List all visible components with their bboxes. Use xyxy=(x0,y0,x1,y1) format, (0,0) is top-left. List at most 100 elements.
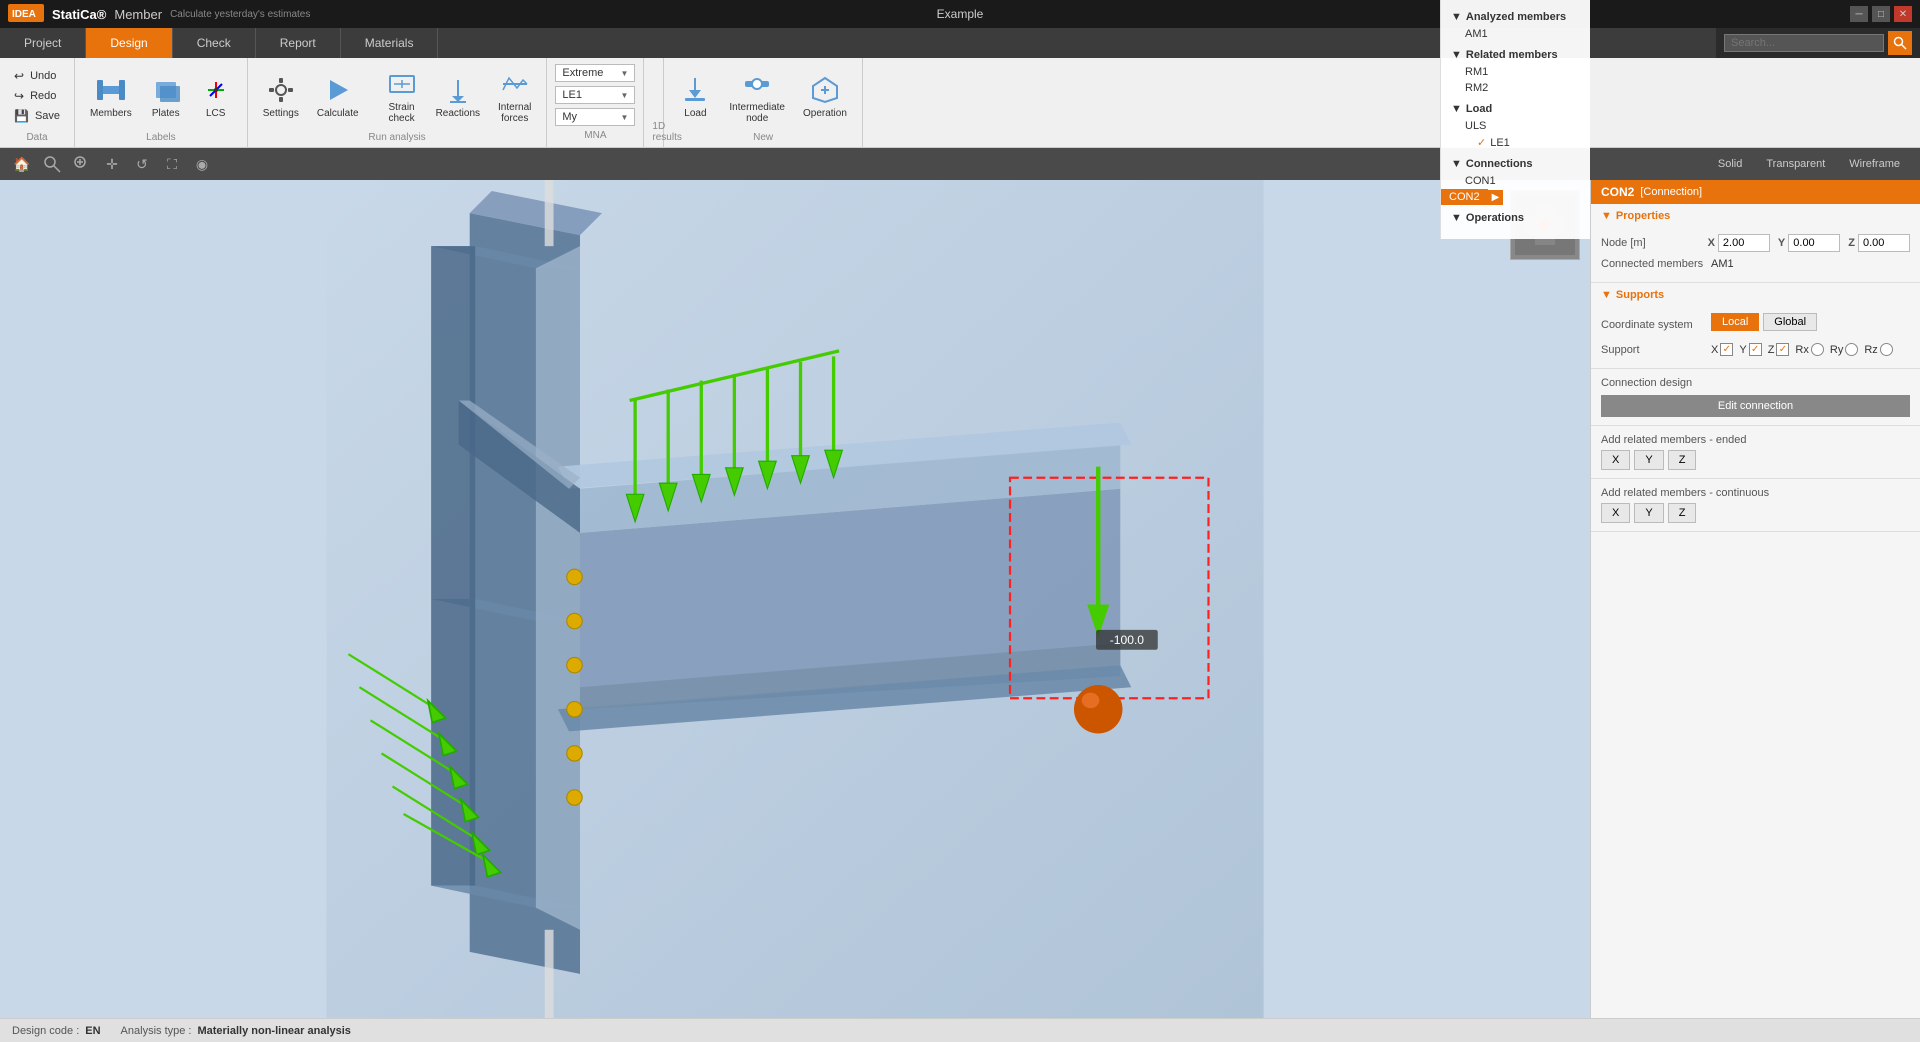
chevron-down-icon: ▼ xyxy=(620,113,628,122)
ended-z-button[interactable]: Z xyxy=(1668,450,1697,470)
tree-item-con1[interactable]: CON1 xyxy=(1441,173,1590,189)
operation-button[interactable]: Operation xyxy=(796,69,854,124)
load-button[interactable]: Load xyxy=(672,69,718,124)
tree-item-uls[interactable]: ULS xyxy=(1441,118,1590,134)
ry-radio[interactable] xyxy=(1845,343,1858,356)
analyzed-members-label: Analyzed members xyxy=(1466,11,1566,23)
tree-item-rm2[interactable]: RM2 xyxy=(1441,80,1590,96)
titlebar: IDEA StatiCa® Member Calculate yesterday… xyxy=(0,0,1920,28)
edit-connection-button[interactable]: Edit connection xyxy=(1601,395,1910,417)
wireframe-mode-button[interactable]: Wireframe xyxy=(1839,155,1910,173)
search-button[interactable] xyxy=(1888,31,1912,55)
rz-radio[interactable] xyxy=(1880,343,1893,356)
tree-item-rm1[interactable]: RM1 xyxy=(1441,64,1590,80)
viewport[interactable]: -100.0 xyxy=(0,180,1590,1018)
rz-support-label: Rz xyxy=(1864,344,1877,356)
panel-subtitle: [Connection] xyxy=(1640,186,1702,198)
y-checkbox[interactable]: ✓ xyxy=(1749,343,1762,356)
tab-design[interactable]: Design xyxy=(86,28,172,58)
load-case-value: LE1 xyxy=(562,89,582,101)
cursor-icon[interactable]: ◉ xyxy=(190,152,214,176)
x-checkbox[interactable]: ✓ xyxy=(1720,343,1733,356)
tab-report[interactable]: Report xyxy=(256,28,341,58)
analyzed-members-header[interactable]: ▼ Analyzed members xyxy=(1441,8,1590,26)
analysis-type-dropdown[interactable]: Extreme ▼ xyxy=(555,64,635,82)
supports-header[interactable]: ▼ Supports xyxy=(1591,283,1920,307)
minimize-button[interactable]: ─ xyxy=(1850,6,1868,22)
members-button[interactable]: Members xyxy=(83,69,139,124)
connections-header[interactable]: ▼ Connections xyxy=(1441,155,1590,173)
close-button[interactable]: ✕ xyxy=(1894,6,1912,22)
my-dropdown[interactable]: My ▼ xyxy=(555,108,635,126)
ended-x-button[interactable]: X xyxy=(1601,450,1630,470)
window-controls[interactable]: ─ □ ✕ xyxy=(1850,6,1912,22)
rx-radio[interactable] xyxy=(1811,343,1824,356)
con2-row: CON2 ▶ xyxy=(1441,189,1590,205)
node-z-input[interactable] xyxy=(1858,234,1910,252)
rx-support-label: Rx xyxy=(1795,344,1808,356)
load-header[interactable]: ▼ Load xyxy=(1441,100,1590,118)
toolbar-data-group: ↩ Undo ↪ Redo 💾 Save Data xyxy=(0,58,75,147)
y-label: Y xyxy=(1778,237,1785,249)
support-x: X ✓ xyxy=(1711,343,1733,356)
ended-y-button[interactable]: Y xyxy=(1634,450,1663,470)
global-button[interactable]: Global xyxy=(1763,313,1817,331)
fit-icon[interactable]: ⛶ xyxy=(160,152,184,176)
zoom-fit-icon[interactable] xyxy=(40,152,64,176)
continuous-x-button[interactable]: X xyxy=(1601,503,1630,523)
lcs-button[interactable]: LCS xyxy=(193,69,239,124)
continuous-y-button[interactable]: Y xyxy=(1634,503,1663,523)
operations-header[interactable]: ▼ Operations xyxy=(1441,209,1590,227)
internal-forces-button[interactable]: Internalforces xyxy=(491,63,538,129)
node-y-input[interactable] xyxy=(1788,234,1840,252)
run-analysis-group-label: Run analysis xyxy=(256,130,539,143)
tab-check[interactable]: Check xyxy=(173,28,256,58)
mna-label: MNA xyxy=(555,128,635,141)
design-code-item: Design code : EN xyxy=(12,1025,101,1037)
tab-project[interactable]: Project xyxy=(0,28,86,58)
intermediate-node-button[interactable]: Intermediatenode xyxy=(722,63,792,129)
checkmark-icon: ✓ xyxy=(1477,136,1486,149)
solid-mode-button[interactable]: Solid xyxy=(1708,155,1752,173)
rotate-icon[interactable]: ↺ xyxy=(130,152,154,176)
settings-icon xyxy=(265,74,297,106)
ry-support-label: Ry xyxy=(1830,344,1843,356)
tree-item-le1[interactable]: ✓ LE1 xyxy=(1441,134,1590,151)
svg-text:-100.0: -100.0 xyxy=(1110,633,1145,647)
reactions-button[interactable]: Reactions xyxy=(429,69,487,124)
settings-button[interactable]: Settings xyxy=(256,69,306,124)
window-title: Example xyxy=(937,7,984,21)
home-view-icon[interactable]: 🏠 xyxy=(10,152,34,176)
transparent-mode-button[interactable]: Transparent xyxy=(1756,155,1835,173)
search-input[interactable] xyxy=(1724,34,1884,52)
calculate-icon xyxy=(322,74,354,106)
node-x-input[interactable] xyxy=(1718,234,1770,252)
tree-item-am1[interactable]: AM1 xyxy=(1441,26,1590,42)
pan-icon[interactable]: ✛ xyxy=(100,152,124,176)
toolbar-mna-group: Extreme ▼ LE1 ▼ My ▼ MNA xyxy=(547,58,644,147)
redo-button[interactable]: ↪ Redo xyxy=(8,87,66,105)
connection-design-label: Connection design xyxy=(1601,377,1910,389)
plates-button[interactable]: Plates xyxy=(143,69,189,124)
properties-header[interactable]: ▼ Properties xyxy=(1591,204,1920,228)
internal-forces-icon xyxy=(499,68,531,100)
local-button[interactable]: Local xyxy=(1711,313,1759,331)
z-checkbox[interactable]: ✓ xyxy=(1776,343,1789,356)
load-case-dropdown[interactable]: LE1 ▼ xyxy=(555,86,635,104)
calculate-button[interactable]: Calculate xyxy=(310,69,366,124)
tree-item-con2[interactable]: CON2 xyxy=(1441,189,1488,205)
toolbar-1d-results-group: 1D results xyxy=(644,58,664,147)
svg-text:IDEA: IDEA xyxy=(12,9,36,20)
undo-button[interactable]: ↩ Undo xyxy=(8,67,66,85)
save-label: Save xyxy=(35,110,60,122)
strain-check-button[interactable]: Straincheck xyxy=(379,63,425,129)
maximize-button[interactable]: □ xyxy=(1872,6,1890,22)
related-members-header[interactable]: ▼ Related members xyxy=(1441,46,1590,64)
x-support-label: X xyxy=(1711,344,1718,356)
titlebar-left: IDEA StatiCa® Member Calculate yesterday… xyxy=(8,4,310,25)
product-name: Member xyxy=(114,7,162,22)
tab-materials[interactable]: Materials xyxy=(341,28,439,58)
continuous-z-button[interactable]: Z xyxy=(1668,503,1697,523)
save-button[interactable]: 💾 Save xyxy=(8,107,66,125)
zoom-icon[interactable] xyxy=(70,152,94,176)
